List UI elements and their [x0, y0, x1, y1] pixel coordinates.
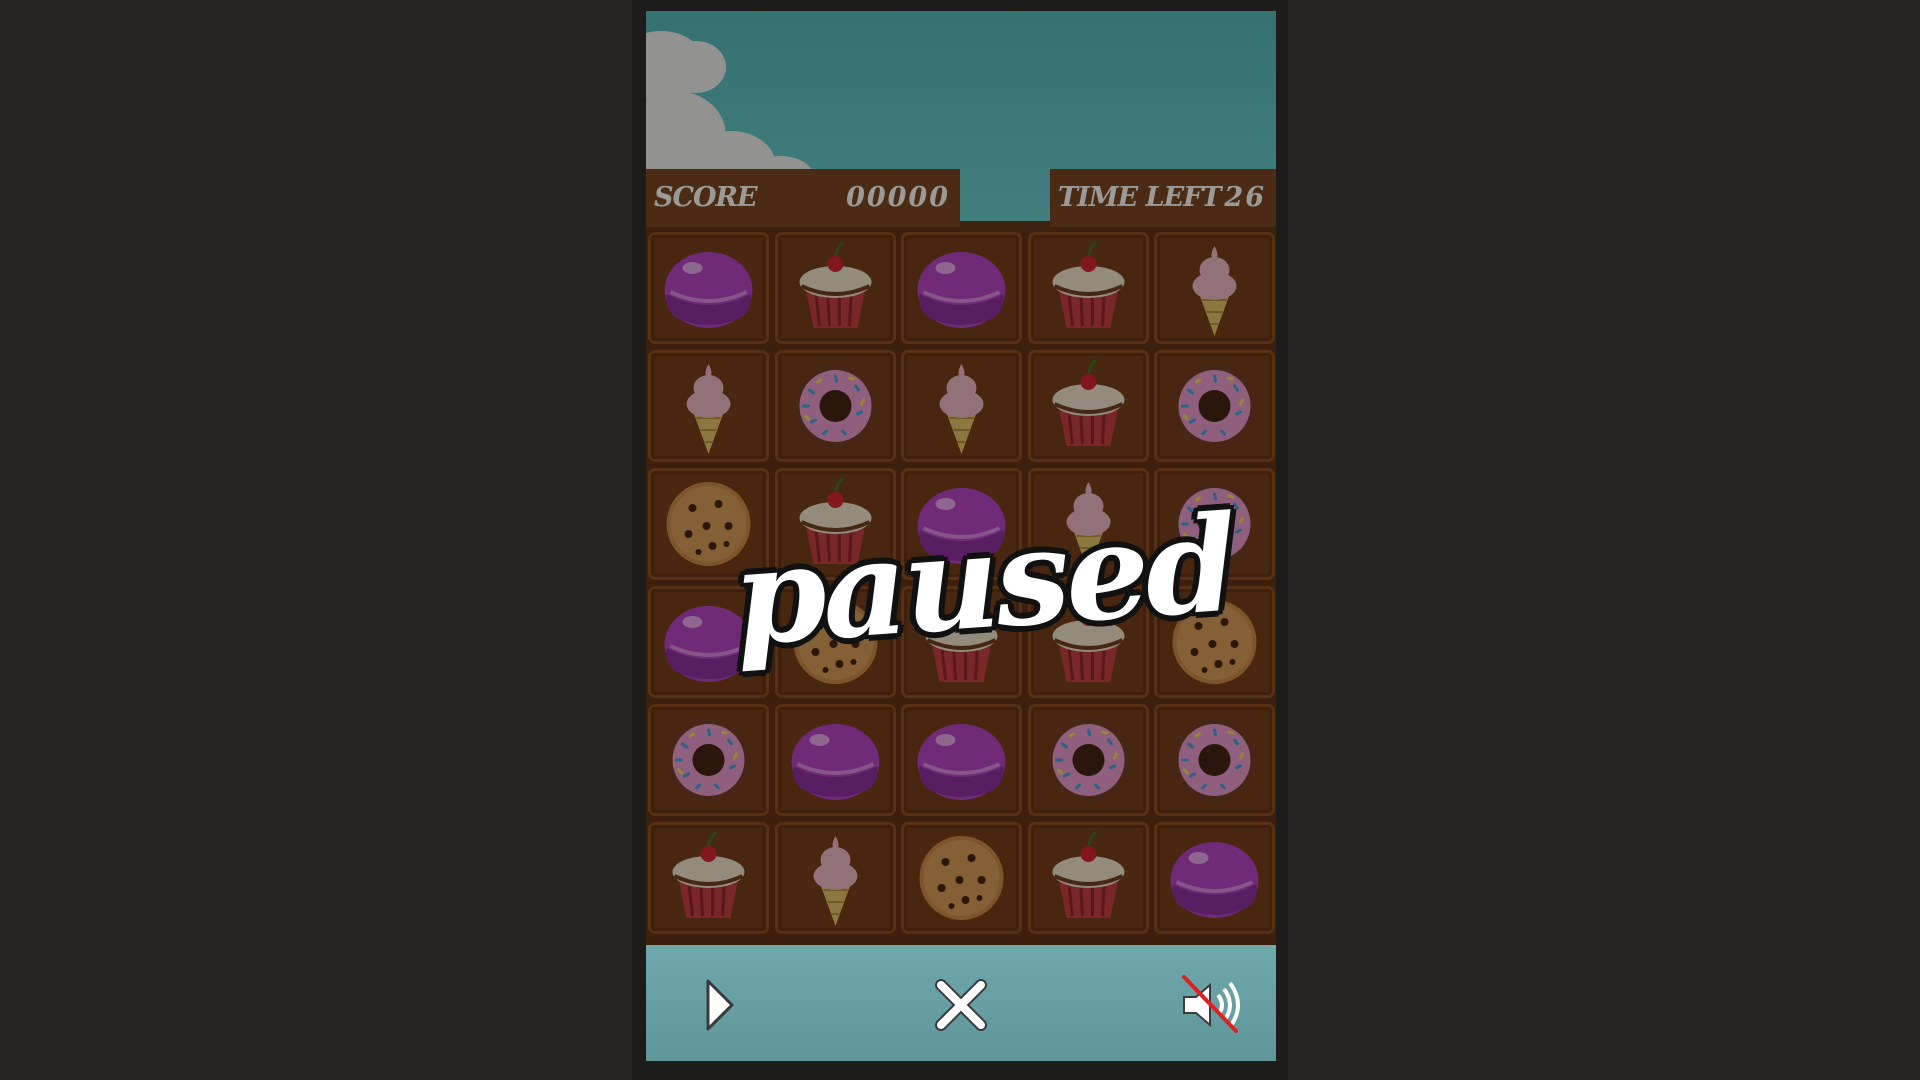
board-cell[interactable]	[648, 350, 769, 462]
quit-button[interactable]	[921, 965, 1001, 1045]
game-canvas: SCORE 00000 TIME LEFT 26 paused	[646, 11, 1276, 1061]
cupcake-icon	[1052, 830, 1124, 918]
board-cell[interactable]	[774, 232, 896, 344]
donut-icon	[666, 718, 751, 802]
board-cell[interactable]	[1154, 822, 1275, 934]
sound-muted-icon	[1182, 975, 1240, 1033]
score-value: 00000	[846, 182, 950, 213]
cupcake-icon	[672, 830, 745, 918]
cookie-icon	[919, 836, 1004, 920]
macaron-icon	[791, 724, 879, 800]
board-cell[interactable]	[774, 350, 896, 462]
macaron-icon	[1170, 842, 1259, 918]
board-cell[interactable]	[1154, 704, 1275, 816]
board-cell[interactable]	[901, 350, 1022, 462]
board-cell[interactable]	[1154, 232, 1275, 344]
donut-icon	[1172, 718, 1257, 802]
board-cell[interactable]	[1027, 822, 1149, 934]
score-panel: SCORE 00000	[646, 169, 960, 227]
donut-icon	[1172, 364, 1257, 448]
board-cell[interactable]	[1154, 350, 1275, 462]
board-cell[interactable]	[1027, 232, 1149, 344]
board-cell[interactable]	[1027, 350, 1149, 462]
sound-toggle-button[interactable]	[1172, 965, 1252, 1045]
cupcake-icon	[799, 240, 871, 328]
board-cell[interactable]	[648, 704, 769, 816]
close-icon	[935, 979, 987, 1031]
time-left-panel: TIME LEFT 26	[1050, 169, 1276, 227]
bottom-control-bar	[646, 945, 1276, 1061]
board-cell[interactable]	[901, 232, 1022, 344]
donut-icon	[793, 364, 877, 448]
ice-cream-icon	[939, 364, 984, 454]
board-cell[interactable]	[901, 822, 1022, 934]
board-cell[interactable]	[648, 232, 769, 344]
cloud	[666, 41, 726, 93]
time-left-value: 26	[1224, 182, 1266, 213]
macaron-icon	[664, 252, 753, 328]
macaron-icon	[917, 252, 1006, 328]
board-cell[interactable]	[648, 822, 769, 934]
ice-cream-icon	[813, 836, 857, 926]
ice-cream-icon	[1192, 246, 1237, 336]
score-label: SCORE	[654, 182, 758, 213]
time-left-label: TIME LEFT	[1058, 182, 1221, 213]
ice-cream-icon	[686, 364, 731, 454]
board-cell[interactable]	[1027, 704, 1149, 816]
board-cell[interactable]	[774, 822, 896, 934]
donut-icon	[1046, 718, 1130, 802]
board-cell[interactable]	[774, 704, 896, 816]
macaron-icon	[917, 724, 1006, 800]
play-icon	[706, 979, 734, 1031]
cupcake-icon	[1052, 358, 1124, 446]
board-cell[interactable]	[901, 704, 1022, 816]
cupcake-icon	[1052, 240, 1124, 328]
play-button[interactable]	[676, 965, 756, 1045]
paused-title: paused	[728, 486, 1239, 677]
